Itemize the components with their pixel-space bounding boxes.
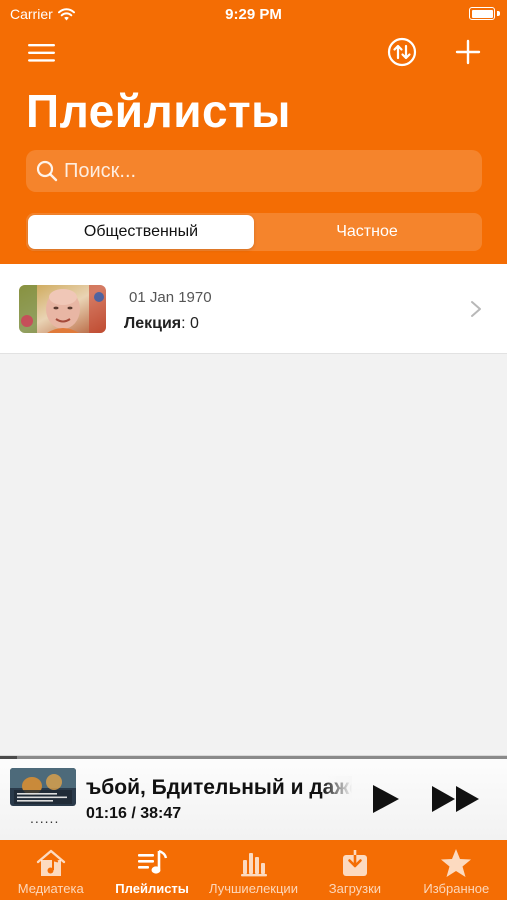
mini-player[interactable]: ...... ъбой, Бдительный и даже 01:16 / 3… bbox=[0, 755, 507, 840]
tab-label: Лучшиелекции bbox=[209, 881, 298, 896]
tab-favorites[interactable]: Избранное bbox=[406, 840, 507, 900]
playback-progress-bar[interactable] bbox=[0, 756, 507, 759]
search-input[interactable] bbox=[64, 159, 464, 183]
segment-public[interactable]: Общественный bbox=[28, 215, 254, 249]
tab-label: Избранное bbox=[423, 881, 490, 896]
playlist-lecture-count: Лекция: 0 bbox=[124, 315, 199, 333]
search-icon bbox=[36, 160, 58, 182]
tab-label: Загрузки bbox=[328, 881, 382, 896]
tab-top-lectures[interactable]: Лучшиелекции bbox=[203, 840, 304, 900]
playlist-row[interactable]: 01 Jan 1970 Лекция: 0 bbox=[0, 264, 507, 354]
lecture-count-label: Лекция bbox=[124, 315, 182, 332]
home-music-icon bbox=[36, 849, 65, 876]
playback-progress-fill bbox=[0, 756, 17, 759]
play-icon[interactable] bbox=[368, 782, 402, 816]
status-bar: Carrier 9:29 PM bbox=[0, 0, 507, 30]
player-title-container: ъбой, Бдительный и даже bbox=[86, 776, 352, 802]
search-bar[interactable] bbox=[26, 150, 482, 192]
playlist-list: 01 Jan 1970 Лекция: 0 bbox=[0, 264, 507, 354]
fast-forward-icon[interactable] bbox=[428, 782, 484, 816]
tab-library[interactable]: Медиатека bbox=[0, 840, 101, 900]
battery-cap bbox=[497, 11, 500, 16]
segment-private[interactable]: Частное bbox=[254, 215, 480, 249]
bar-chart-icon bbox=[240, 853, 267, 877]
player-artwork bbox=[10, 768, 76, 806]
player-title: ъбой, Бдительный и даже bbox=[86, 776, 352, 799]
player-time: 01:16 / 38:47 bbox=[86, 805, 182, 822]
tab-playlists[interactable]: Плейлисты bbox=[101, 840, 202, 900]
tab-downloads[interactable]: Загрузки bbox=[304, 840, 405, 900]
speaker-portrait-image bbox=[19, 285, 106, 333]
playlist-date: 01 Jan 1970 bbox=[129, 289, 212, 306]
chevron-right-icon bbox=[471, 301, 481, 317]
playlist-icon bbox=[138, 849, 168, 874]
clock: 9:29 PM bbox=[225, 6, 282, 23]
player-subtitle: ...... bbox=[30, 810, 60, 826]
lecture-count-separator: : bbox=[181, 315, 191, 332]
page-title: Плейлисты bbox=[26, 85, 291, 137]
header: Carrier 9:29 PM Плейлисты Обществе bbox=[0, 0, 507, 264]
tab-label: Плейлисты bbox=[115, 881, 189, 896]
tab-label: Медиатека bbox=[17, 881, 84, 896]
playlist-thumbnail bbox=[19, 285, 106, 333]
sort-arrows-icon[interactable] bbox=[387, 37, 417, 67]
lecture-count-value: 0 bbox=[190, 315, 199, 332]
star-icon bbox=[441, 849, 472, 877]
tab-bar: Медиатека Плейлисты Лучшиелекции Загрузк… bbox=[0, 840, 507, 900]
battery-icon bbox=[469, 7, 495, 20]
plus-icon[interactable] bbox=[455, 39, 481, 65]
track-artwork-image bbox=[10, 768, 76, 806]
download-icon bbox=[342, 848, 367, 876]
hamburger-menu-icon[interactable] bbox=[28, 42, 56, 64]
segmented-control: Общественный Частное bbox=[26, 213, 482, 251]
